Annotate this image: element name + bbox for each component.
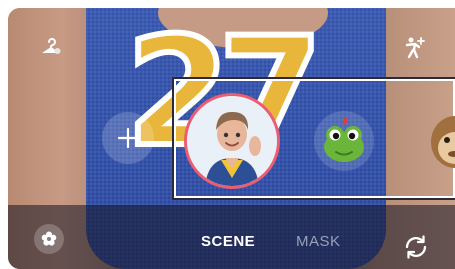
hanger-icon — [42, 38, 61, 54]
effects-button[interactable] — [34, 224, 64, 254]
avatar-image — [187, 96, 277, 186]
flower-effect-icon — [41, 231, 57, 246]
monkey-sticker[interactable] — [423, 108, 455, 172]
frog-image — [324, 117, 364, 162]
pose-button[interactable] — [400, 35, 426, 61]
monkey-image — [431, 116, 455, 168]
switch-camera-icon — [405, 235, 427, 259]
add-sticker-button[interactable] — [102, 112, 154, 164]
hanger-button[interactable] — [38, 34, 64, 60]
camera-screen: 27 — [8, 8, 455, 269]
tab-mask[interactable]: MASK — [296, 233, 341, 250]
plus-icon — [117, 127, 139, 149]
frog-sticker[interactable] — [314, 111, 374, 171]
pose-icon — [405, 37, 425, 59]
switch-camera-button[interactable] — [400, 231, 432, 263]
avatar-sticker-selected[interactable] — [184, 93, 280, 189]
tab-scene[interactable]: SCENE — [201, 233, 255, 250]
